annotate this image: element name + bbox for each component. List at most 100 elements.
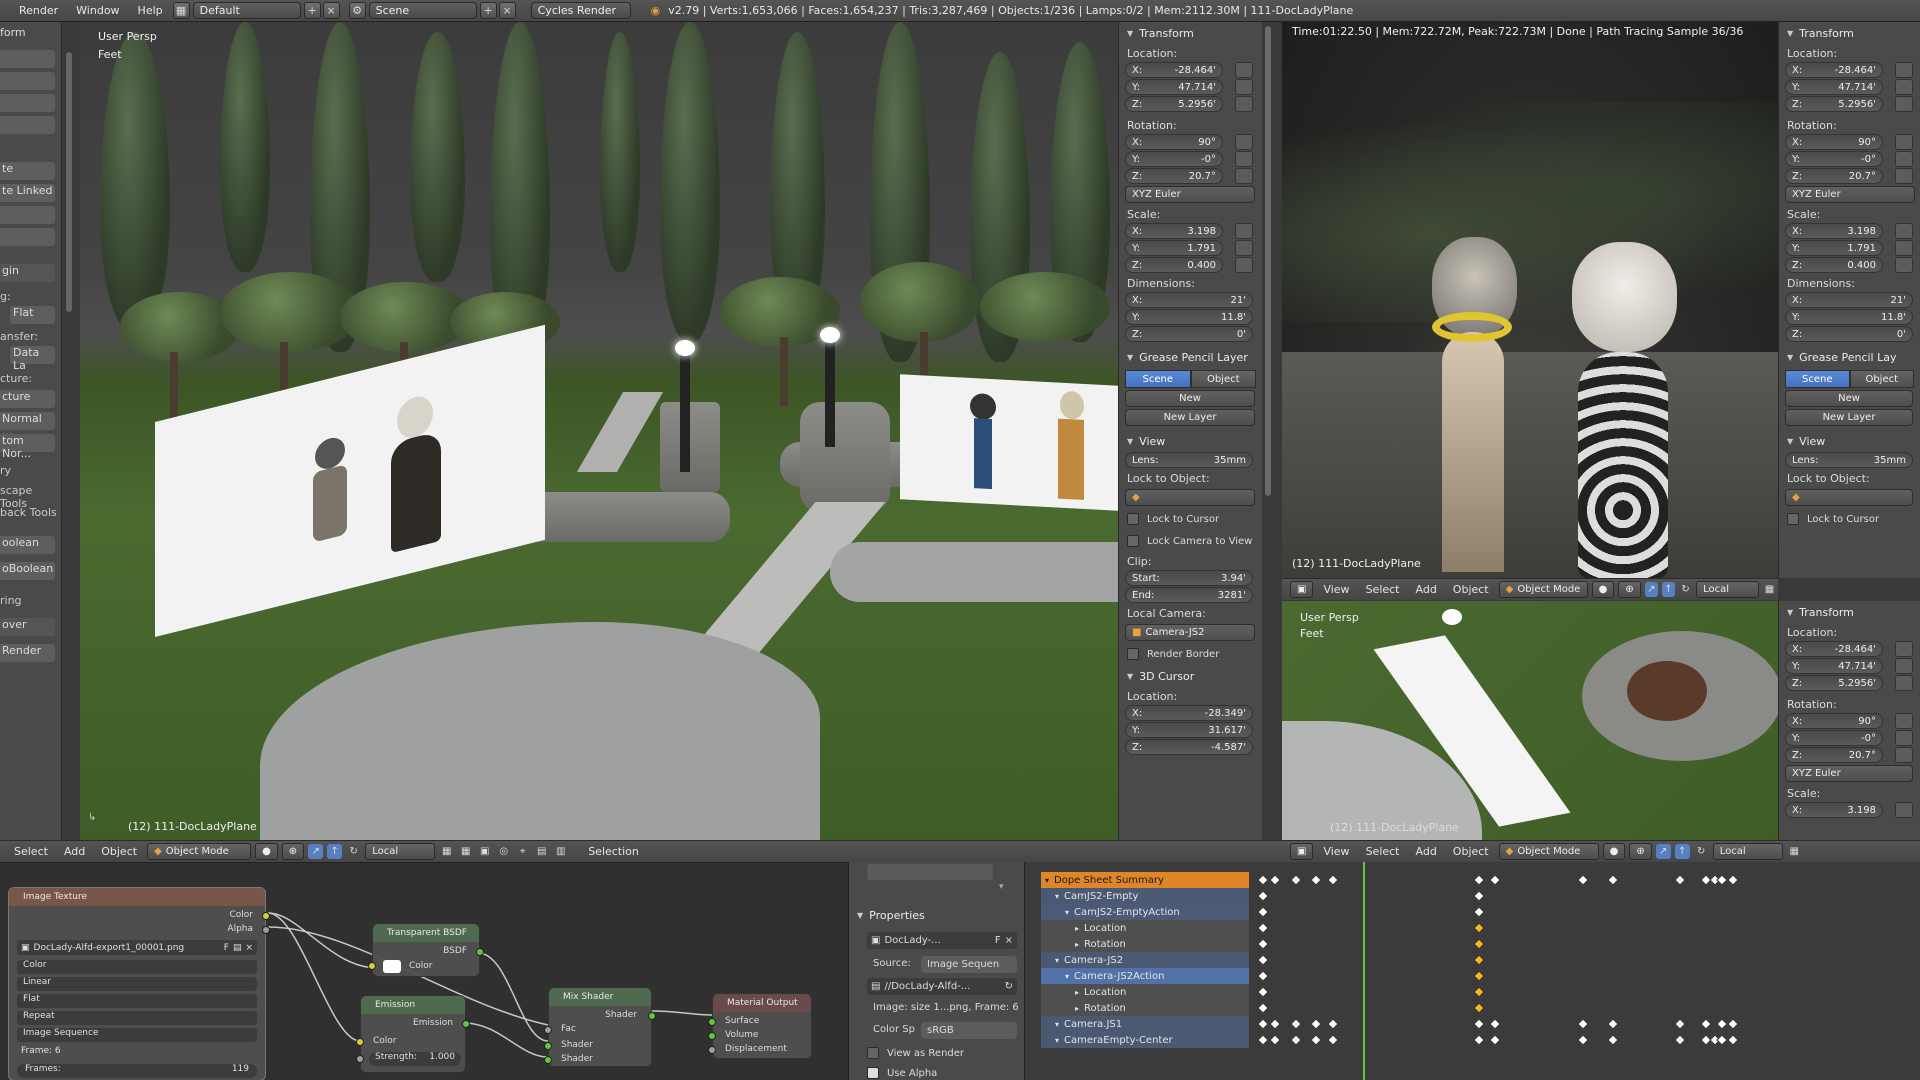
keyframe[interactable] [1489, 874, 1501, 886]
scale-x-field[interactable]: X: 3.198 [1125, 223, 1223, 239]
scroll-down-icon[interactable]: ▾ [999, 882, 1011, 894]
grease-pencil-header[interactable]: Grease Pencil Layer [1119, 346, 1262, 368]
channel-row[interactable]: ▾ CamJS2-Empty [1041, 888, 1249, 904]
sidebar-search-field[interactable] [867, 864, 993, 880]
image-file-field[interactable]: ▣ DocLady-Alfd-export1_00001.png F ▤ × [17, 940, 257, 955]
menu-add[interactable]: Add [56, 845, 93, 858]
keyframe[interactable] [1473, 890, 1485, 902]
rotation-x-field[interactable]: X: 90° [1125, 134, 1223, 150]
shelf-button-flat[interactable]: Flat [10, 306, 55, 324]
orientation-select[interactable]: Local [365, 843, 436, 860]
scale-y-field[interactable]: Y: 1.791 [1785, 240, 1883, 256]
properties-scrollbar[interactable] [1265, 26, 1271, 496]
shelf-button-2[interactable] [0, 72, 55, 90]
shelf-button-3[interactable] [0, 94, 55, 112]
location-x-field[interactable]: X: -28.464' [1125, 62, 1223, 78]
channel-row[interactable]: ▸ Rotation [1041, 936, 1249, 952]
shelf-button-custom-normal[interactable]: tom Nor... [0, 434, 55, 460]
channel-row[interactable]: ▸ Location [1041, 920, 1249, 936]
keyframe[interactable] [1257, 874, 1269, 886]
channel-row[interactable]: ▾ CamJS2-EmptyAction [1041, 904, 1249, 920]
shading-icon[interactable]: ● [255, 843, 278, 860]
shelf-scrollbar[interactable] [66, 52, 72, 312]
main-3d-viewport[interactable]: User Persp Feet ↳ (12) 111-DocLadyPlane [80, 22, 1118, 840]
keyframe[interactable] [1607, 1018, 1619, 1030]
lock-icon[interactable] [1895, 730, 1913, 746]
clip-start-field[interactable]: Start: 3.94' [1125, 570, 1253, 586]
lock-icon[interactable] [1895, 675, 1913, 691]
shelf-button-normal[interactable]: Normal ... [0, 412, 55, 438]
scale-x-field[interactable]: X: 3.198 [1785, 802, 1883, 818]
keyframe[interactable] [1327, 1018, 1339, 1030]
shelf-dropdown-gin[interactable]: gin [0, 264, 55, 282]
remove-layout-icon[interactable]: × [322, 2, 340, 19]
input-socket[interactable] [544, 1042, 552, 1050]
translate-icon[interactable]: ↑ [1661, 582, 1675, 597]
lock-icon[interactable] [1895, 151, 1913, 167]
mode-select[interactable]: ◆ Object Mode [1498, 843, 1599, 860]
image-datablock-field[interactable]: ▣ DocLady-... F × [867, 932, 1017, 949]
shelf-button-te-linked[interactable]: te Linked [0, 184, 55, 202]
keyframe[interactable] [1473, 954, 1485, 966]
reload-icon[interactable]: ↻ [1005, 981, 1013, 992]
rotation-z-field[interactable]: Z: 20.7° [1785, 747, 1883, 763]
dope-sheet[interactable]: ▾ Dope Sheet Summary ▾ CamJS2-Empty ▾ CamJS2-… [1024, 862, 1920, 1080]
location-z-field[interactable]: Z: 5.2956' [1125, 96, 1223, 112]
scale-z-field[interactable]: Z: 0.400 [1785, 257, 1883, 273]
node-header[interactable]: Material Output [713, 994, 811, 1012]
keyframe[interactable] [1577, 1034, 1589, 1046]
translate-icon[interactable]: ↑ [1674, 844, 1690, 859]
expand-icon[interactable]: ▾ [1065, 908, 1069, 917]
lock-icon[interactable] [1235, 62, 1253, 78]
location-z-field[interactable]: Z: 5.2956' [1785, 96, 1883, 112]
shelf-button-boolean[interactable]: oolean [0, 536, 55, 554]
lock-icon[interactable] [1895, 62, 1913, 78]
keyframe[interactable] [1577, 874, 1589, 886]
lens-field[interactable]: Lens: 35mm [1125, 452, 1253, 468]
secondary-3d-viewport[interactable]: User Persp Feet (12) 111-DocLadyPlane [1282, 601, 1778, 840]
dimension-y-field[interactable]: Y: 11.8' [1785, 309, 1913, 325]
menu-select[interactable]: Select [6, 845, 56, 858]
channel-row[interactable]: ▸ Rotation [1041, 1000, 1249, 1016]
location-y-field[interactable]: Y: 47.714' [1785, 79, 1883, 95]
rotation-z-field[interactable]: Z: 20.7° [1785, 168, 1883, 184]
location-x-field[interactable]: X: -28.464' [1785, 641, 1883, 657]
scale-x-field[interactable]: X: 3.198 [1785, 223, 1883, 239]
mode-select[interactable]: ◆ Object Mode [147, 843, 252, 860]
lock-object-field[interactable]: ◆ [1785, 489, 1913, 506]
channel-row[interactable]: ▸ Location [1041, 984, 1249, 1000]
location-y-field[interactable]: Y: 47.714' [1785, 658, 1883, 674]
rotate-icon[interactable]: ↻ [346, 844, 361, 859]
frames-field[interactable]: Frames: 119 [17, 1064, 257, 1078]
lock-icon[interactable] [1895, 79, 1913, 95]
translate-icon[interactable]: ↑ [327, 844, 343, 859]
lock-icon[interactable] [1235, 257, 1253, 273]
keyframe[interactable] [1327, 1034, 1339, 1046]
lock-icon[interactable] [1895, 168, 1913, 184]
lock-icon[interactable] [1895, 257, 1913, 273]
source-select[interactable]: Image Sequence [17, 1028, 257, 1042]
lock-icon[interactable] [1895, 713, 1913, 729]
location-y-field[interactable]: Y: 47.714' [1125, 79, 1223, 95]
scene-icon[interactable]: ⚙ [348, 2, 366, 19]
channel-row[interactable]: ▾ Camera-JS2Action [1041, 968, 1249, 984]
dimension-y-field[interactable]: Y: 11.8' [1125, 309, 1253, 325]
input-socket[interactable] [356, 1038, 364, 1046]
color-mode-select[interactable]: Color [17, 960, 257, 974]
view-as-render-checkbox[interactable]: View as Render [859, 1042, 964, 1064]
output-socket[interactable] [262, 912, 270, 920]
menu-window[interactable]: Window [67, 4, 128, 17]
remove-scene-icon[interactable]: × [498, 2, 516, 19]
shelf-label-backup-tools[interactable]: back Tools [0, 506, 57, 519]
keyframe[interactable] [1607, 1034, 1619, 1046]
mix-shader-node[interactable]: Mix Shader Shader Fac Shader Shader [544, 987, 656, 1067]
expand-icon[interactable]: ▾ [1055, 892, 1059, 901]
output-socket[interactable] [462, 1020, 470, 1028]
lock-icon[interactable] [1235, 96, 1253, 112]
scene-field[interactable]: Scene [368, 2, 477, 19]
node-header[interactable]: Transparent BSDF [373, 924, 479, 942]
input-socket[interactable] [708, 1018, 716, 1026]
shading-icon[interactable]: ● [1602, 843, 1626, 860]
cursor-z-field[interactable]: Z: -4.587' [1125, 739, 1253, 755]
gp-new-layer-button[interactable]: New Layer [1785, 409, 1913, 426]
